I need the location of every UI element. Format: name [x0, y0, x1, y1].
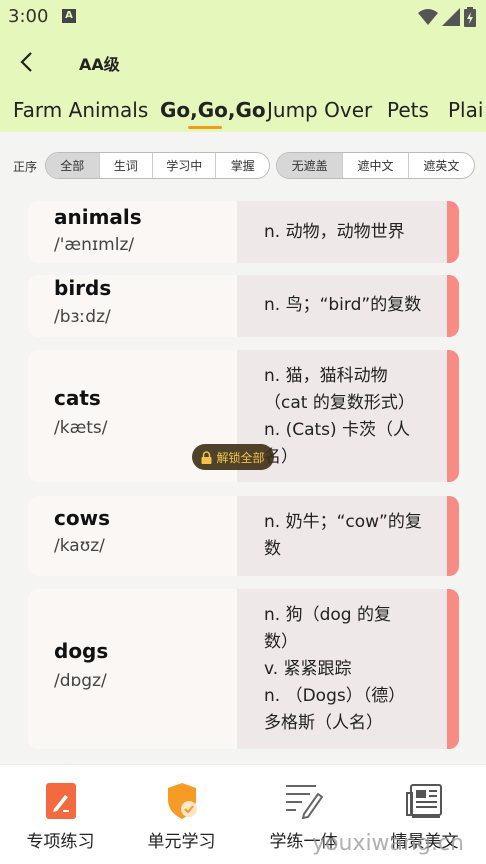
word-english-side: birds /bɜːdz/ [28, 275, 237, 337]
word-phonetic: /kaʊz/ [54, 536, 105, 556]
word-phonetic: /'ænɪmlz/ [54, 235, 135, 255]
word-definition: n. 动物，动物世界 [264, 222, 405, 242]
newspaper-icon [405, 781, 445, 821]
word-status-bar [447, 275, 459, 337]
filter-learning[interactable]: 学习中 [153, 153, 217, 178]
filter-all[interactable]: 全部 [46, 153, 100, 178]
unlock-all-button[interactable]: 解锁全部 [192, 444, 274, 470]
cover-none[interactable]: 无遮盖 [277, 153, 344, 178]
practice-doc-icon [41, 781, 81, 821]
order-toggle[interactable]: 正序 [13, 158, 37, 175]
word-definition-side: n. 动物，动物世界 [237, 201, 447, 263]
word-card[interactable]: cows /kaʊz/ n. 奶牛；“cow”的复 数 [28, 496, 459, 576]
app-bar: AA级 [0, 34, 486, 88]
word-card[interactable]: dogs /dɒgz/ n. 狗（dog 的复 数） v. 紧紧跟踪 n. （D… [28, 589, 459, 749]
nav-label: 单元学习 [147, 832, 216, 852]
word-text: cows [54, 506, 110, 530]
word-definition-side: n. 奶牛；“cow”的复 数 [237, 496, 447, 576]
word-text: birds [54, 276, 112, 300]
tab-farm-animals[interactable]: Farm Animals [13, 98, 148, 122]
cover-english[interactable]: 遮英文 [409, 153, 474, 178]
status-time: 3:00 [8, 6, 49, 27]
word-status-bar [447, 589, 459, 749]
word-definition-side: n. 狗（dog 的复 数） v. 紧紧跟踪 n. （Dogs）（德） 多格斯（… [237, 589, 447, 749]
category-filter: 全部 生词 学习中 掌握 [45, 152, 270, 179]
word-status-bar [447, 496, 459, 576]
word-text: animals [54, 205, 142, 229]
word-english-side: cows /kaʊz/ [28, 496, 237, 576]
cover-filter: 无遮盖 遮中文 遮英文 [276, 152, 475, 179]
tab-plai[interactable]: Plai [448, 98, 483, 122]
tab-jump-over[interactable]: Jump Over [267, 98, 372, 122]
word-english-side: animals /'ænɪmlz/ [28, 201, 237, 263]
word-status-bar [447, 201, 459, 263]
wifi-icon [418, 9, 438, 25]
nav-special-practice[interactable]: 专项练习 [0, 765, 121, 864]
back-button[interactable] [10, 47, 42, 77]
word-text: cats [54, 386, 101, 410]
write-note-icon [284, 781, 324, 821]
word-card[interactable]: birds /bɜːdz/ n. 鸟；“bird”的复数 [28, 275, 459, 337]
notification-a-icon: A [62, 9, 76, 23]
status-bar: 3:00 A [0, 0, 486, 34]
shield-check-icon [162, 781, 202, 821]
filter-mastered[interactable]: 掌握 [216, 153, 269, 178]
word-phonetic: /bɜːdz/ [54, 307, 111, 327]
word-definition: n. 狗（dog 的复 数） v. 紧紧跟踪 n. （Dogs）（德） 多格斯（… [264, 605, 406, 733]
word-definition: n. 猫，猫科动物 （cat 的复数形式） n. (Cats) 卡茨（人 名） [264, 366, 415, 467]
word-text: dogs [54, 639, 109, 663]
word-definition: n. 奶牛；“cow”的复 数 [264, 512, 422, 559]
page-title: AA级 [79, 55, 120, 74]
filter-new-words[interactable]: 生词 [100, 153, 154, 178]
word-card[interactable]: animals /'ænɪmlz/ n. 动物，动物世界 [28, 201, 459, 263]
battery-icon [464, 7, 476, 27]
word-phonetic: /kæts/ [54, 418, 108, 438]
unlock-label: 解锁全部 [216, 450, 265, 465]
tab-go-go-go[interactable]: Go,Go,Go [160, 98, 266, 122]
word-status-bar [447, 350, 459, 482]
unit-tabs: Farm Animals Go,Go,Go Jump Over Pets Pla… [0, 88, 486, 132]
tab-pets[interactable]: Pets [387, 98, 429, 122]
cover-chinese[interactable]: 遮中文 [343, 153, 409, 178]
status-icons [418, 7, 476, 27]
nav-unit-study[interactable]: 单元学习 [121, 765, 242, 864]
filter-row: 正序 全部 生词 学习中 掌握 无遮盖 遮中文 遮英文 [0, 132, 486, 198]
word-phonetic: /dɒgz/ [54, 671, 107, 691]
lock-icon [201, 450, 212, 464]
chevron-left-icon [20, 52, 32, 72]
watermark: youxiwang.cn [312, 831, 464, 856]
word-list: animals /'ænɪmlz/ n. 动物，动物世界 birds /bɜːd… [0, 198, 486, 764]
word-english-side: dogs /dɒgz/ [28, 589, 237, 749]
signal-icon [442, 8, 460, 26]
word-definition-side: n. 鸟；“bird”的复数 [237, 275, 447, 337]
active-tab-indicator [188, 126, 222, 129]
nav-label: 专项练习 [26, 832, 95, 852]
word-definition: n. 鸟；“bird”的复数 [264, 295, 422, 315]
